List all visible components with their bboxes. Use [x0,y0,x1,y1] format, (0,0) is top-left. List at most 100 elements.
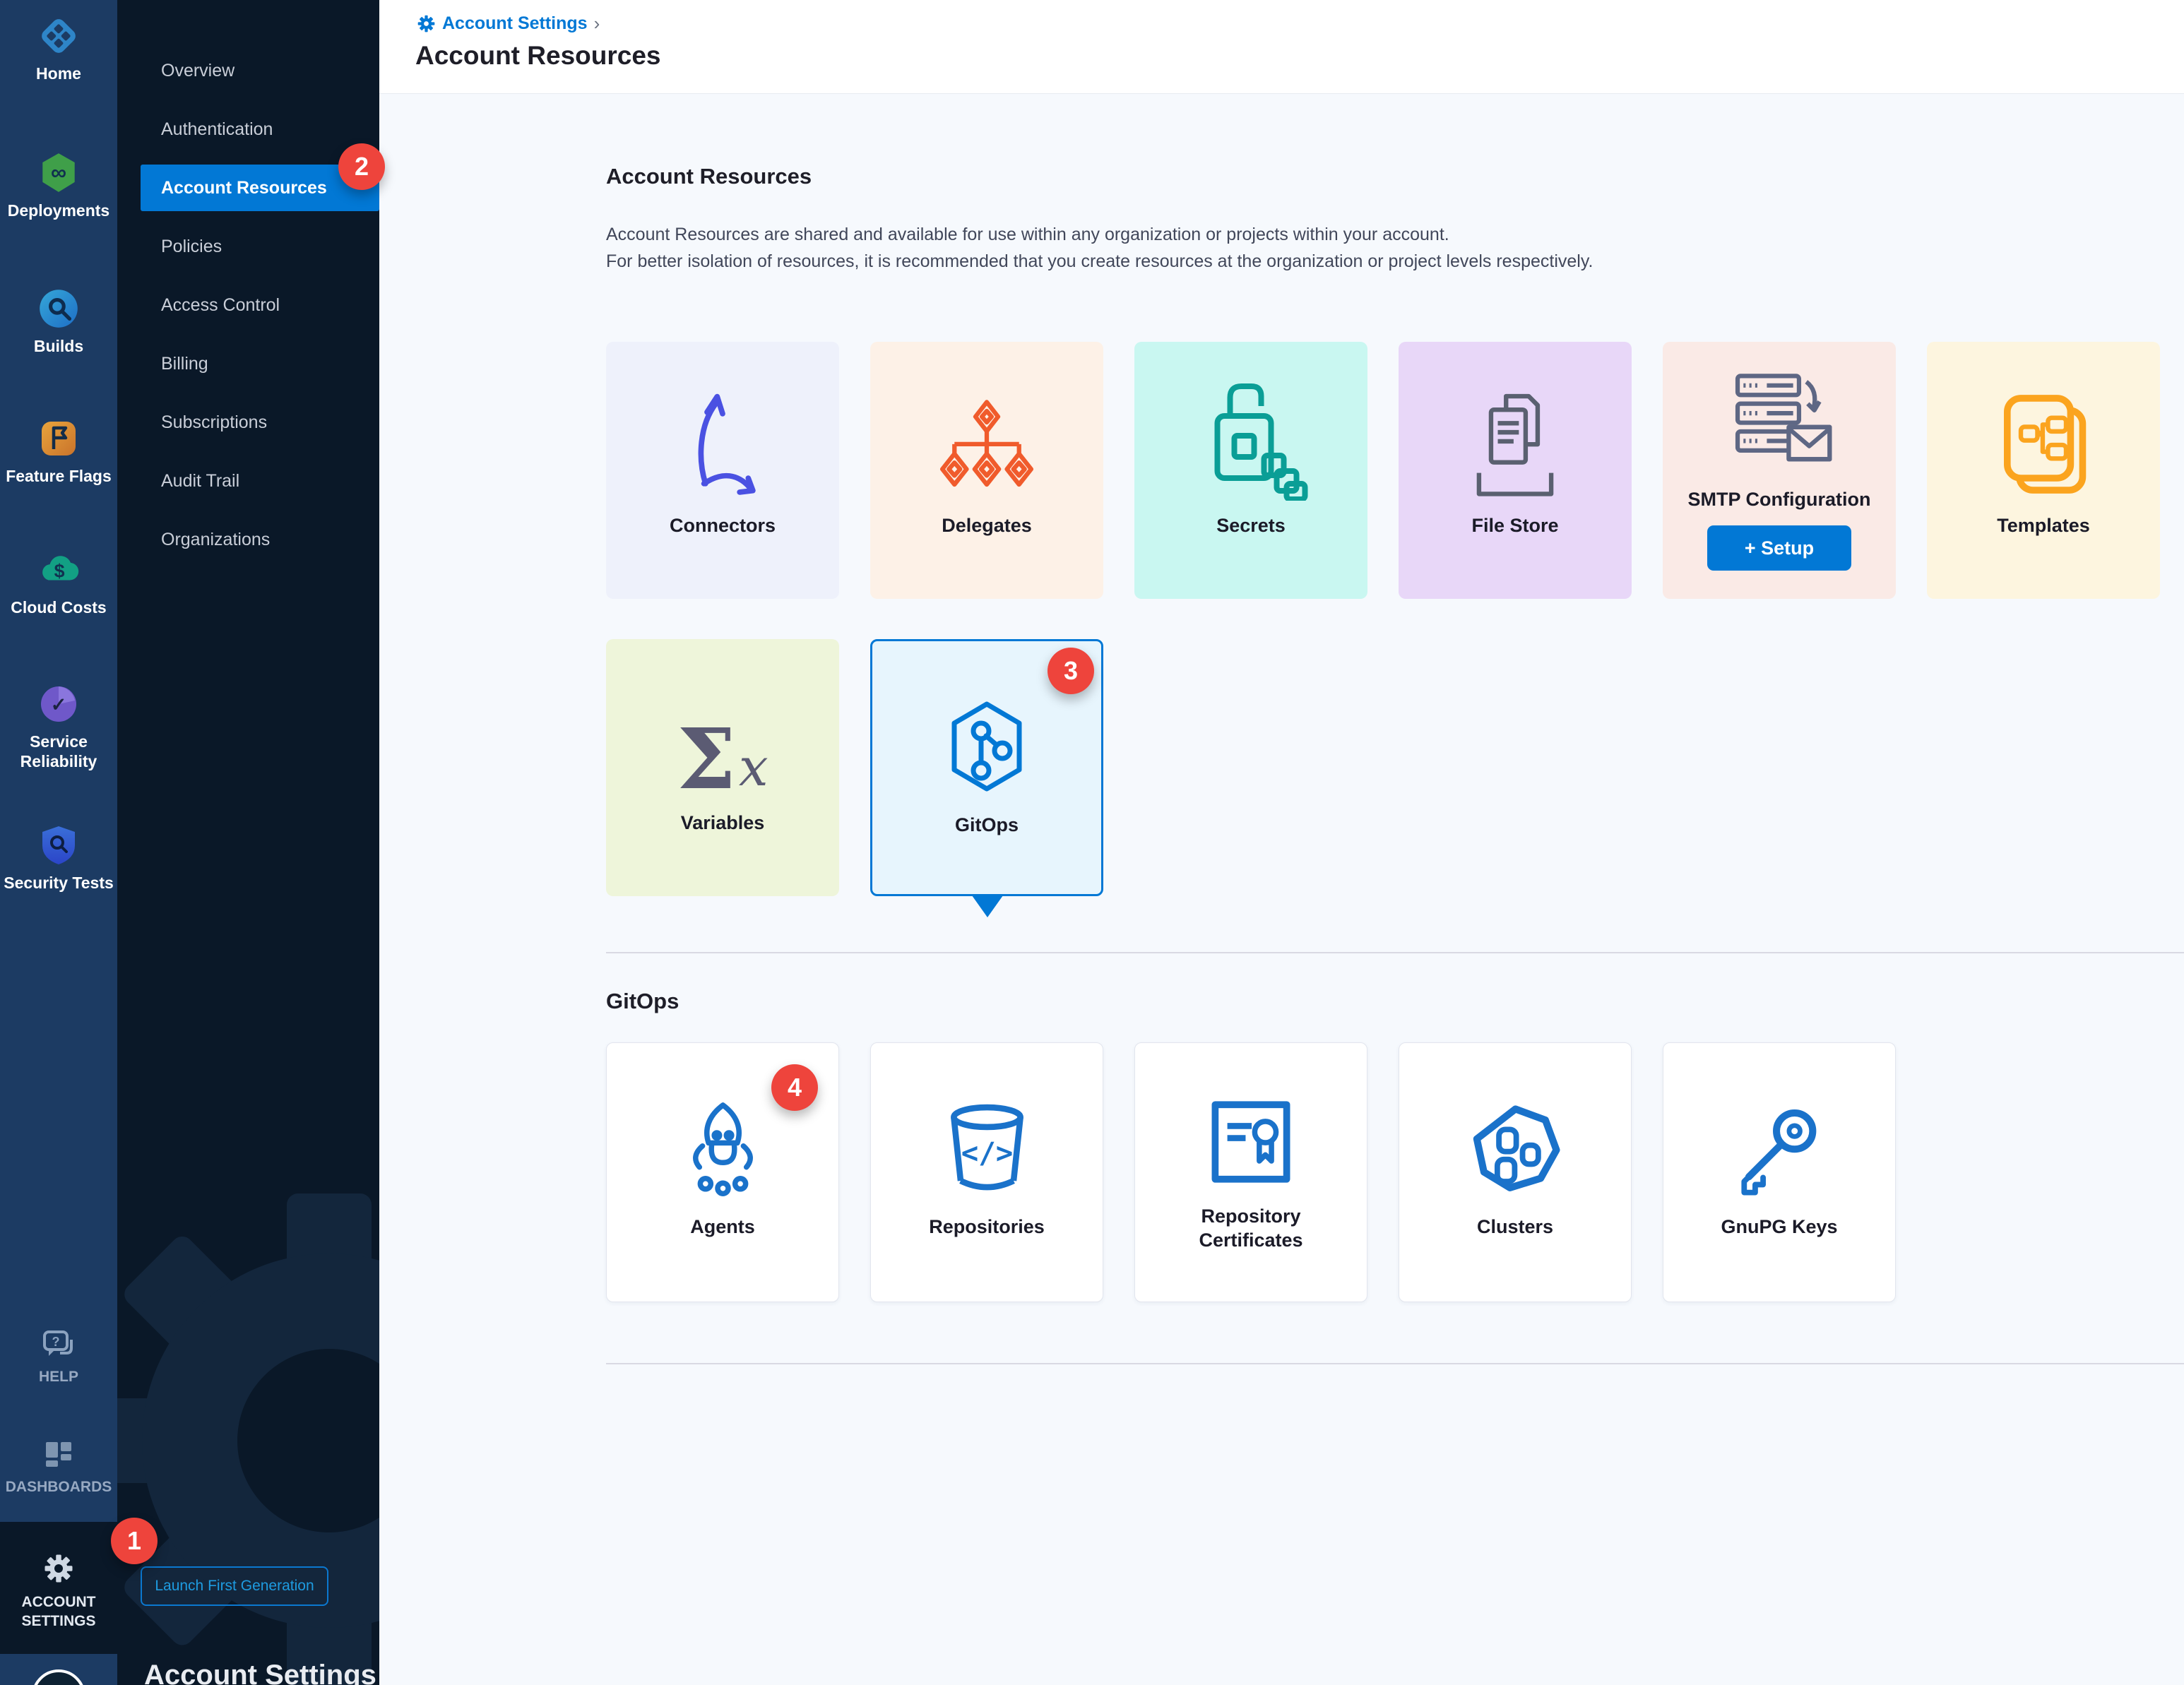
card-secrets[interactable]: Secrets [1134,342,1367,599]
gitops-section-title: GitOps [606,989,679,1014]
annotation-badge-3: 3 [1048,648,1094,694]
file-store-icon [1462,342,1568,501]
subnav-item-organizations[interactable]: Organizations [117,516,379,563]
rail-item-label: DASHBOARDS [0,1477,117,1497]
rail-item-label: Deployments [0,201,117,220]
service-reliability-icon: ✓ [0,679,117,729]
clusters-icon [1464,1043,1567,1202]
card-label: Repositories [929,1215,1045,1239]
rail-item-dashboards[interactable]: DASHBOARDS [0,1435,117,1497]
card-repository-certificates[interactable]: Repository Certificates [1134,1042,1367,1302]
card-label: Templates [1997,513,2090,537]
card-label: File Store [1471,513,1558,537]
card-label: GitOps [955,813,1019,837]
rail-item-home[interactable]: Home [0,11,117,83]
breadcrumb-separator: › [594,13,600,35]
launch-first-generation-button[interactable]: Launch First Generation [141,1566,328,1606]
card-smtp-configuration[interactable]: SMTP Configuration + Setup [1663,342,1896,599]
rail-item-deployments[interactable]: ∞ Deployments [0,148,117,220]
rail-item-label: Security Tests [0,873,117,893]
rail-item-builds[interactable]: Builds [0,284,117,356]
card-label: SMTP Configuration [1688,487,1871,511]
settings-subnav: Overview Authentication Account Resource… [117,0,379,1685]
repositories-icon: </> [936,1043,1038,1202]
card-gnupg-keys[interactable]: GnuPG Keys [1663,1042,1896,1302]
breadcrumb-account-settings-link[interactable]: Account Settings [442,13,588,34]
rail-item-label: HELP [0,1367,117,1387]
templates-icon [1990,342,2096,501]
card-clusters[interactable]: Clusters [1399,1042,1632,1302]
card-delegates[interactable]: Delegates [870,342,1103,599]
svg-text:∞: ∞ [51,160,66,184]
subnav-item-policies[interactable]: Policies [117,223,379,270]
page-header: Account Settings › Account Resources [379,0,2184,94]
card-label: Delegates [942,513,1032,537]
subnav-item-authentication[interactable]: Authentication [117,106,379,153]
svg-text:✓: ✓ [51,694,67,715]
subnav-item-audit-trail[interactable]: Audit Trail [117,458,379,504]
smtp-icon [1723,342,1836,475]
agents-icon [672,1043,774,1202]
card-label: GnuPG Keys [1721,1215,1837,1239]
deployments-icon: ∞ [0,148,117,198]
gear-watermark [117,1186,379,1685]
subnav-item-access-control[interactable]: Access Control [117,282,379,328]
gitops-pointer-triangle [972,895,1003,917]
variables-icon: Σx [677,639,768,798]
smtp-setup-button[interactable]: + Setup [1707,525,1851,571]
breadcrumb: Account Settings › [417,13,600,35]
card-file-store[interactable]: File Store [1399,342,1632,599]
subnav-item-billing[interactable]: Billing [117,340,379,387]
rail-item-label: Service Reliability [0,732,117,771]
account-settings-label-line2: SETTINGS [0,1612,117,1631]
breadcrumb-gear-icon [417,14,436,33]
svg-text:</>: </> [961,1136,1013,1169]
main-content: Account Settings › Account Resources Acc… [379,0,2184,1685]
rail-item-label: Feature Flags [0,466,117,486]
card-repositories[interactable]: </> Repositories [870,1042,1103,1302]
card-label: Connectors [670,513,776,537]
help-icon: ? [0,1328,117,1364]
annotation-badge-2: 2 [338,143,385,190]
subnav-item-overview[interactable]: Overview [117,47,379,94]
rail-item-feature-flags[interactable]: Feature Flags [0,414,117,486]
secrets-icon [1193,342,1310,501]
page-title: Account Resources [415,41,661,71]
gnupg-keys-icon [1728,1043,1831,1202]
app-root: Home ∞ Deployments Builds [0,0,2184,1685]
rail-item-label: Cloud Costs [0,597,117,617]
card-label: Agents [690,1215,755,1239]
card-label: Secrets [1216,513,1286,537]
card-templates[interactable]: Templates [1927,342,2160,599]
section-description-line2: For better isolation of resources, it is… [606,249,2089,275]
section-divider-bottom [606,1363,2184,1364]
rail-item-cloud-costs[interactable]: $ Cloud Costs [0,545,117,617]
svg-text:?: ? [52,1335,60,1349]
feature-flags-icon [0,414,117,463]
annotation-badge-1: 1 [111,1518,158,1564]
section-divider [606,952,2184,953]
annotation-badge-4: 4 [771,1064,818,1111]
section-title: Account Resources [606,164,812,189]
gitops-icon [934,641,1040,800]
gear-icon [0,1552,117,1585]
rail-item-security-tests[interactable]: Security Tests [0,821,117,893]
user-avatar[interactable]: MC [32,1669,85,1685]
rail-item-help[interactable]: ? HELP [0,1328,117,1387]
card-connectors[interactable]: Connectors [606,342,839,599]
account-settings-label-line1: ACCOUNT [0,1592,117,1612]
delegates-icon [930,342,1043,501]
connectors-icon [670,342,776,501]
security-tests-icon [0,821,117,870]
card-label: Repository Certificates [1163,1204,1339,1252]
cloud-costs-icon: $ [0,545,117,595]
card-label: Variables [681,811,765,835]
svg-text:$: $ [54,560,65,581]
rail-item-service-reliability[interactable]: ✓ Service Reliability [0,679,117,771]
section-description-line1: Account Resources are shared and availab… [606,222,2089,248]
rail-item-account-settings[interactable]: ACCOUNT SETTINGS [0,1522,117,1654]
card-label: Clusters [1477,1215,1553,1239]
subnav-item-subscriptions[interactable]: Subscriptions [117,399,379,446]
card-variables[interactable]: Σx Variables [606,639,839,896]
builds-icon [0,284,117,333]
